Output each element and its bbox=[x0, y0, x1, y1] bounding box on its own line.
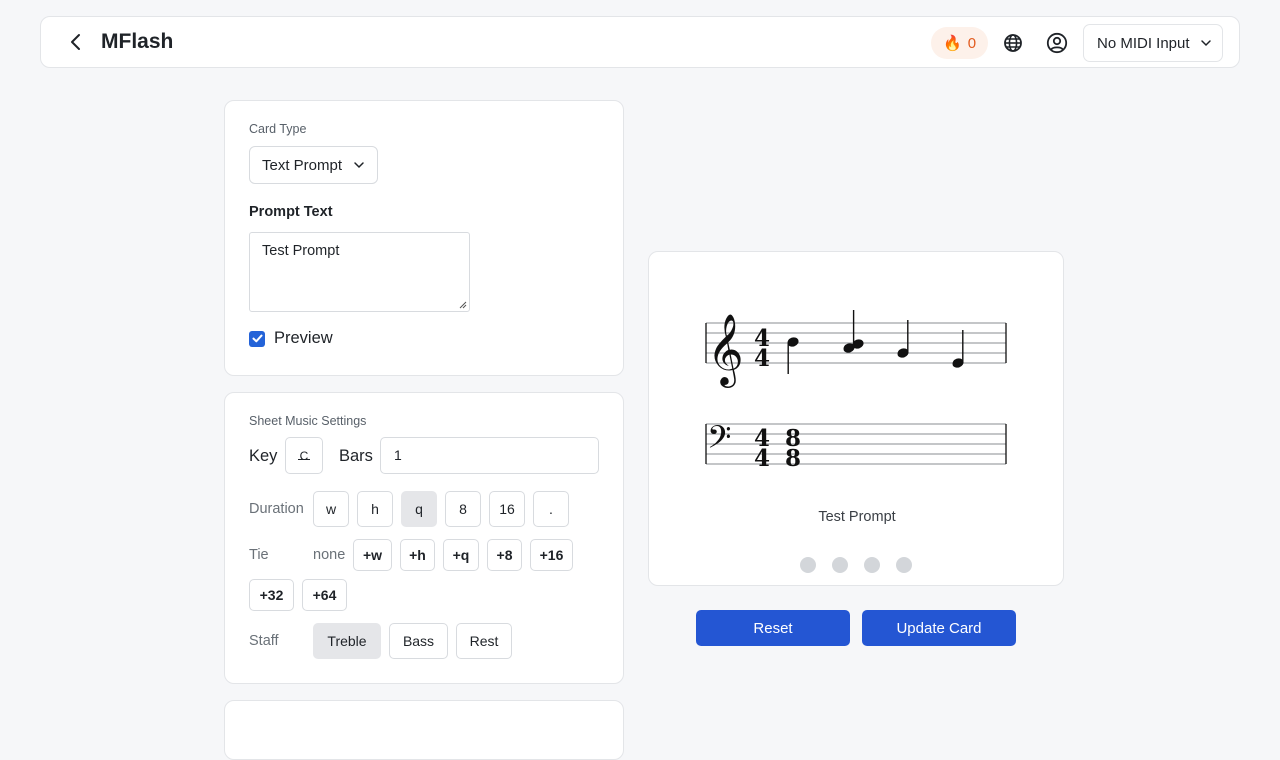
top-bar: MFlash 🔥 0 No MIDI Input bbox=[40, 16, 1240, 68]
key-select[interactable]: C bbox=[285, 437, 323, 474]
tie-button-16[interactable]: +16 bbox=[530, 539, 573, 571]
prompt-text-value: Test Prompt bbox=[262, 243, 340, 259]
tie-button-64[interactable]: +64 bbox=[302, 579, 347, 611]
resize-grip-icon[interactable] bbox=[459, 301, 467, 309]
bars-label: Bars bbox=[339, 447, 373, 465]
bass-clef-icon: 𝄢 bbox=[707, 419, 731, 463]
bars-value: 1 bbox=[394, 447, 402, 463]
card-preview-panel: 𝄞 4 4 𝄢 4 4 8 8 Test Prompt bbox=[648, 251, 1064, 586]
language-button[interactable] bbox=[1000, 30, 1026, 56]
prompt-text-input[interactable]: Test Prompt bbox=[249, 232, 470, 312]
sheet-music-settings-panel: Sheet Music Settings Key C Bars 1 Durati… bbox=[224, 392, 624, 684]
duration-label: Duration bbox=[249, 501, 304, 517]
bass-staff bbox=[706, 423, 1006, 465]
key-value-icon: C bbox=[297, 448, 311, 463]
duration-button-h[interactable]: h bbox=[357, 491, 393, 527]
tie-value: none bbox=[313, 547, 346, 563]
user-circle-icon bbox=[1046, 32, 1068, 54]
globe-icon bbox=[1004, 34, 1022, 52]
streak-badge[interactable]: 🔥 0 bbox=[931, 27, 989, 59]
tie-button-32[interactable]: +32 bbox=[249, 579, 294, 611]
back-button[interactable] bbox=[63, 29, 89, 55]
duration-button-dot[interactable]: . bbox=[533, 491, 569, 527]
update-card-button[interactable]: Update Card bbox=[862, 610, 1016, 646]
page-dot-1[interactable] bbox=[800, 557, 816, 573]
key-label: Key bbox=[249, 447, 278, 465]
preview-checkbox[interactable] bbox=[249, 330, 265, 347]
tie-button-8[interactable]: +8 bbox=[487, 539, 522, 571]
check-icon bbox=[252, 334, 262, 343]
bars-input[interactable]: 1 bbox=[380, 437, 599, 474]
bass-time-sig-bottom: 4 bbox=[754, 445, 770, 472]
page-dot-4[interactable] bbox=[896, 557, 912, 573]
midi-input-select[interactable]: No MIDI Input bbox=[1083, 24, 1223, 62]
card-editor-panel: Card Type Text Prompt Prompt Text Test P… bbox=[224, 100, 624, 376]
page-dot-2[interactable] bbox=[832, 557, 848, 573]
additional-settings-panel bbox=[224, 700, 624, 760]
tie-button-q[interactable]: +q bbox=[443, 539, 479, 571]
bass-rest-bottom: 8 bbox=[785, 445, 801, 472]
treble-time-sig-bottom: 4 bbox=[754, 345, 770, 372]
tie-label: Tie bbox=[249, 547, 269, 563]
midi-input-label: No MIDI Input bbox=[1097, 34, 1190, 52]
duration-button-w[interactable]: w bbox=[313, 491, 349, 527]
chevron-down-icon bbox=[354, 162, 364, 169]
sheet-music-preview: 𝄞 4 4 𝄢 4 4 8 8 bbox=[705, 310, 1007, 472]
app-title: MFlash bbox=[101, 30, 174, 53]
chevron-down-icon bbox=[1201, 40, 1211, 47]
chevron-left-icon bbox=[71, 34, 80, 50]
card-type-select[interactable]: Text Prompt bbox=[249, 146, 378, 184]
duration-button-q[interactable]: q bbox=[401, 491, 437, 527]
preview-label: Preview bbox=[274, 329, 333, 347]
duration-button-16[interactable]: 16 bbox=[489, 491, 525, 527]
preview-caption: Test Prompt bbox=[818, 509, 896, 525]
streak-count: 0 bbox=[967, 34, 977, 52]
card-type-value: Text Prompt bbox=[262, 156, 343, 174]
staff-button-treble[interactable]: Treble bbox=[313, 623, 381, 659]
sheet-settings-title: Sheet Music Settings bbox=[249, 414, 367, 428]
reset-button[interactable]: Reset bbox=[696, 610, 850, 646]
account-button[interactable] bbox=[1044, 30, 1070, 56]
page-dot-3[interactable] bbox=[864, 557, 880, 573]
staff-button-rest[interactable]: Rest bbox=[456, 623, 512, 659]
tie-button-h[interactable]: +h bbox=[400, 539, 435, 571]
prompt-text-label: Prompt Text bbox=[249, 204, 333, 220]
staff-button-bass[interactable]: Bass bbox=[389, 623, 448, 659]
preview-toggle[interactable]: Preview bbox=[249, 329, 333, 348]
fire-icon: 🔥 bbox=[943, 35, 962, 52]
staff-label: Staff bbox=[249, 633, 279, 649]
tie-button-w[interactable]: +w bbox=[353, 539, 392, 571]
treble-clef-icon: 𝄞 bbox=[707, 312, 744, 388]
duration-button-8[interactable]: 8 bbox=[445, 491, 481, 527]
card-type-label: Card Type bbox=[249, 122, 307, 136]
